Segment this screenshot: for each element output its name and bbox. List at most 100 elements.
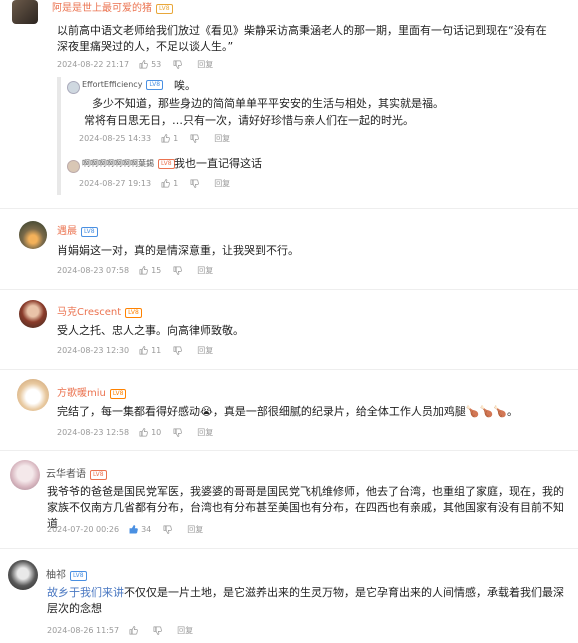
reply-button[interactable]: 回复 <box>214 133 230 144</box>
thumbs-up-icon <box>161 134 170 143</box>
comment-text: 完结了，每一集都看得好感动😭，真是一部很细腻的纪录片，给全体工作人员加鸡腿🍗🍗🍗… <box>57 405 518 418</box>
thumbs-down-icon <box>173 60 183 69</box>
comment-text: 肖娟娟这一对，真的是情深意重，让我哭到不行。 <box>57 244 299 257</box>
username[interactable]: 柚祁 LV8 <box>46 566 87 581</box>
avatar[interactable] <box>67 81 80 94</box>
username[interactable]: 遇晨 LV8 <box>57 222 98 237</box>
thumbs-down-icon <box>190 179 200 188</box>
level-badge: LV8 <box>90 470 107 480</box>
avatar[interactable] <box>19 300 47 328</box>
like-button[interactable]: 10 <box>139 428 161 437</box>
thumbs-up-icon <box>139 60 148 69</box>
level-badge: LV8 <box>158 159 175 169</box>
comment-meta: 2024-08-26 11:57 回复 <box>47 625 193 636</box>
like-button[interactable]: 1 <box>161 179 178 188</box>
comment-text: 故乡于我们来讲不仅仅是一片土地，是它滋养出来的生灵万物，是它孕育出来的人间情感，… <box>47 585 569 617</box>
like-button[interactable]: 15 <box>139 266 161 275</box>
timestamp: 2024-08-23 07:58 <box>57 266 130 275</box>
timestamp: 2024-08-23 12:58 <box>57 428 130 437</box>
timestamp: 2024-08-23 12:30 <box>57 346 130 355</box>
comment-text-rest: 不仅仅是一片土地，是它滋养出来的生灵万物，是它孕育出来的人间情感，承载着我们最深… <box>47 586 564 615</box>
level-badge: LV8 <box>146 80 164 90</box>
level-badge: LV8 <box>109 389 127 399</box>
thumbs-up-icon <box>139 266 148 275</box>
dislike-button[interactable] <box>173 60 185 69</box>
like-count: 1 <box>173 134 179 143</box>
dislike-button[interactable] <box>153 626 165 635</box>
reply-meta: 2024-08-27 19:13 1 回复 <box>79 178 230 189</box>
topic-link[interactable]: 故乡于我们来讲 <box>47 586 124 599</box>
comment-meta: 2024-07-20 00:26 34 回复 <box>47 524 203 535</box>
dislike-button[interactable] <box>173 266 185 275</box>
reply-button[interactable]: 回复 <box>197 265 213 276</box>
avatar[interactable] <box>8 560 38 590</box>
like-count: 15 <box>151 266 162 275</box>
username[interactable]: 啊啊啊啊啊啊啊葉錫 LV8 <box>82 158 175 169</box>
thumbs-down-icon <box>163 525 173 534</box>
comment-meta: 2024-08-22 21:17 53 回复 <box>57 59 213 70</box>
thumbs-down-icon <box>190 134 200 143</box>
divider <box>0 289 578 290</box>
dislike-button[interactable] <box>173 346 185 355</box>
timestamp: 2024-07-20 00:26 <box>47 525 120 534</box>
level-badge: LV8 <box>156 4 173 14</box>
reply-button[interactable]: 回复 <box>197 59 213 70</box>
avatar[interactable] <box>12 0 38 24</box>
thumbs-down-icon <box>173 266 183 275</box>
comment-meta: 2024-08-23 12:58 10 回复 <box>57 427 213 438</box>
avatar[interactable] <box>19 221 47 249</box>
like-button[interactable]: 34 <box>129 525 151 534</box>
username[interactable]: 马克Crescent LV8 <box>57 303 142 318</box>
username[interactable]: EffortEfficiency LV8 <box>82 80 164 90</box>
level-badge: LV8 <box>70 571 87 581</box>
avatar[interactable] <box>67 160 80 173</box>
dislike-button[interactable] <box>163 525 175 534</box>
reply-text: 多少不知道，那些身边的简简单单平平安安的生活与相处，其实就是福。 <box>92 97 444 110</box>
like-button[interactable]: 1 <box>161 134 178 143</box>
thumbs-down-icon <box>153 626 162 635</box>
avatar[interactable] <box>10 460 40 490</box>
like-button[interactable]: 11 <box>139 346 161 355</box>
comment-text: 受人之托、忠人之事。向高律师致敬。 <box>57 324 244 337</box>
reply-text: 我也一直记得这话 <box>174 157 262 170</box>
comment-text: 以前高中语文老师给我们放过《看见》柴静采访高秉涵老人的那一期，里面有一句话记到现… <box>57 24 547 53</box>
like-count: 53 <box>151 60 162 69</box>
reply-button[interactable]: 回复 <box>197 345 213 356</box>
like-count: 1 <box>173 179 179 188</box>
dislike-button[interactable] <box>173 428 185 437</box>
reply-meta: 2024-08-25 14:33 1 回复 <box>79 133 230 144</box>
comment-meta: 2024-08-23 12:30 11 回复 <box>57 345 213 356</box>
username[interactable]: 阿是是世上最可爱的猪 LV8 <box>52 0 173 14</box>
thumbs-down-icon <box>173 428 183 437</box>
thumbs-up-icon <box>129 525 138 534</box>
reply-button[interactable]: 回复 <box>177 625 193 636</box>
timestamp: 2024-08-25 14:33 <box>79 134 152 143</box>
like-button[interactable]: 53 <box>139 60 161 69</box>
thumbs-up-icon <box>139 428 148 437</box>
reply-button[interactable]: 回复 <box>187 524 203 535</box>
thumbs-up-icon <box>139 346 148 355</box>
divider <box>0 548 578 549</box>
avatar[interactable] <box>17 379 49 411</box>
timestamp: 2024-08-26 11:57 <box>47 626 120 635</box>
reply-button[interactable]: 回复 <box>197 427 213 438</box>
like-count: 11 <box>151 346 162 355</box>
reply-button[interactable]: 回复 <box>214 178 230 189</box>
username[interactable]: 方歌暖miu LV8 <box>57 384 127 399</box>
timestamp: 2024-08-27 19:13 <box>79 179 152 188</box>
reply-divider <box>57 77 61 195</box>
timestamp: 2024-08-22 21:17 <box>57 60 130 69</box>
like-count: 34 <box>141 525 152 534</box>
username[interactable]: 云华者语 LV8 <box>46 465 107 480</box>
divider <box>0 450 578 451</box>
like-count: 10 <box>151 428 162 437</box>
dislike-button[interactable] <box>190 179 202 188</box>
thumbs-down-icon <box>173 346 183 355</box>
dislike-button[interactable] <box>190 134 202 143</box>
level-badge: LV8 <box>125 308 142 318</box>
reply-text: 常将有日思无日，…只有一次，请好好珍惜与亲人们在一起的时光。 <box>84 114 414 127</box>
thumbs-up-icon <box>129 626 138 635</box>
like-button[interactable] <box>129 626 141 635</box>
reply-text: 唉。 <box>174 79 196 92</box>
thumbs-up-icon <box>161 179 170 188</box>
